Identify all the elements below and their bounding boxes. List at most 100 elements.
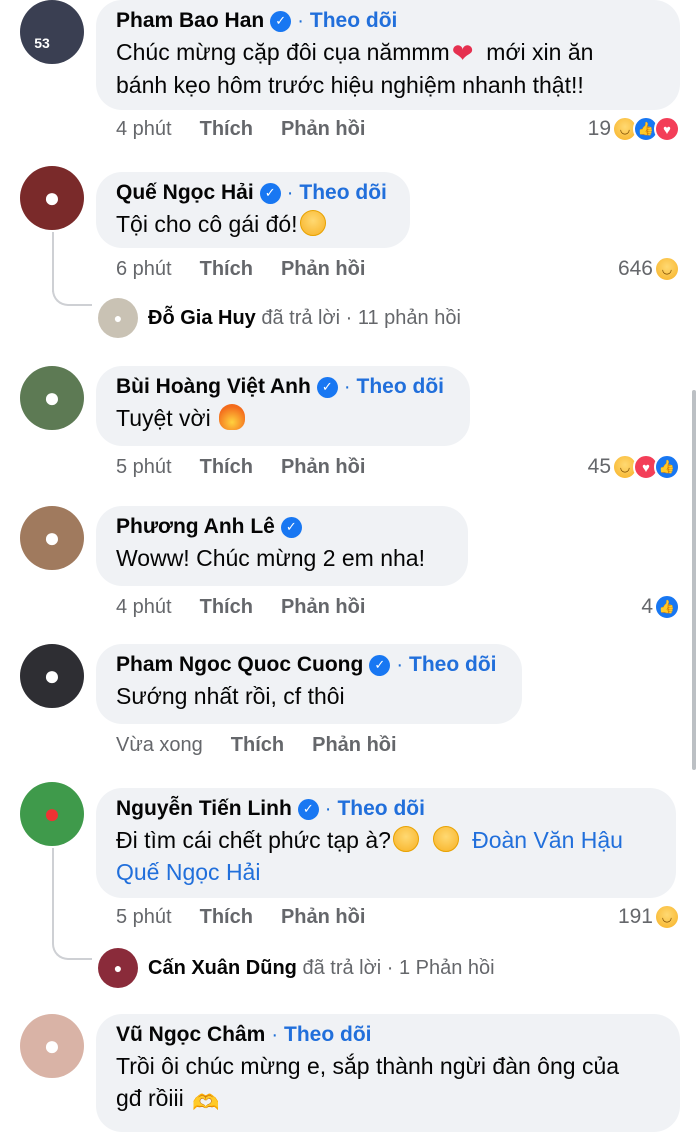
reply-action: đã trả lời [261,306,341,329]
reaction-count: 45 [587,455,611,478]
heart-emoji-icon: ❤ [451,38,474,68]
follow-link[interactable]: Theo dõi [284,1023,372,1047]
comment-actions: 5 phút Thích Phản hồi [116,906,365,929]
reply-button[interactable]: Phản hồi [281,258,365,281]
verified-badge-icon: ✓ [316,376,338,398]
reaction-summary[interactable]: 646 ◡ [618,256,680,282]
author-name[interactable]: Pham Ngoc Quoc Cuong [116,653,363,677]
reaction-summary[interactable]: 4 👍 [641,594,680,620]
thread-connector [52,282,92,306]
reply-author: Đỗ Gia Huy [148,306,256,329]
comment-actions: 5 phút Thích Phản hồi [116,456,365,479]
like-reaction-icon: 👍 [654,454,680,480]
verified-badge-icon: ✓ [280,516,302,538]
comment-actions: 4 phút Thích Phản hồi [116,596,365,619]
like-button[interactable]: Thích [231,734,284,757]
follow-link[interactable]: Theo dõi [310,9,398,33]
comment-time[interactable]: 5 phút [116,456,172,479]
reaction-summary[interactable]: 191 ◡ [618,904,680,930]
author-name[interactable]: Quế Ngọc Hải [116,181,254,205]
comment-bubble: Nguyễn Tiến Linh ✓ · Theo dõi Đi tìm cái… [96,788,676,898]
reaction-summary[interactable]: 45 ◡ ♥ 👍 [588,454,680,480]
reaction-count: 4 [641,595,653,618]
verified-badge-icon: ✓ [270,10,292,32]
verified-badge-icon: ✓ [259,182,281,204]
avatar[interactable]: ● [20,506,84,570]
laughing-emoji-icon [392,826,419,852]
comment-time[interactable]: 4 phút [116,118,172,141]
comment-text: Woww! Chúc mừng 2 em nha! [116,545,425,571]
person-icon: ● [43,182,61,213]
reaction-summary[interactable]: 19 ◡ 👍 ♥ [588,116,680,142]
comment-text: Chúc mừng cặp đôi cụa nămmm❤ mới xin ăn [116,38,594,68]
reply-summary[interactable]: ● Đỗ Gia Huy đã trả lời · 11 phản hồi [98,298,461,338]
person-icon: ● [43,382,61,413]
heart-hands-emoji-icon: 🫶 [192,1090,220,1115]
like-button[interactable]: Thích [200,906,253,929]
comment-text: Tuyệt vời [116,402,450,434]
comment-actions: 6 phút Thích Phản hồi [116,258,365,281]
reply-button[interactable]: Phản hồi [281,596,365,619]
author-name[interactable]: Phương Anh Lê [116,515,275,539]
separator: · [297,9,304,32]
like-button[interactable]: Thích [200,118,253,141]
author-name[interactable]: Pham Bao Han [116,9,264,33]
comment-text: Đi tìm cái chết phức tạp à? Đoàn Văn Hậu [116,826,623,853]
avatar[interactable]: ● [20,166,84,230]
person-icon: ● [43,660,61,691]
reply-summary[interactable]: ● Cấn Xuân Dũng đã trả lời · 1 Phản hồi [98,948,495,988]
reply-count: 1 Phản hồi [398,956,495,979]
like-button[interactable]: Thích [200,456,253,479]
avatar[interactable]: ● [20,1014,84,1078]
comment-time[interactable]: 6 phút [116,258,172,281]
comment-bubble: Quế Ngọc Hải ✓ · Theo dõi Tội cho cô gái… [96,172,410,248]
reply-button[interactable]: Phản hồi [281,456,365,479]
scrollbar[interactable] [692,390,696,770]
like-button[interactable]: Thích [200,596,253,619]
comment-bubble: Pham Bao Han ✓ · Theo dõi Chúc mừng cặp … [96,0,680,110]
person-icon: ● [43,522,61,553]
mention-link[interactable]: Quế Ngọc Hải [116,859,260,885]
comment-time[interactable]: 4 phút [116,596,172,619]
author-name[interactable]: Vũ Ngọc Châm [116,1023,265,1047]
comment-bubble: Phương Anh Lê ✓ Woww! Chúc mừng 2 em nha… [96,506,468,586]
thread-line [52,848,54,944]
avatar[interactable]: ● [20,782,84,846]
avatar[interactable]: ● [20,644,84,708]
reply-button[interactable]: Phản hồi [312,734,396,757]
reaction-count: 191 [617,905,653,928]
separator: · [343,375,351,398]
follow-link[interactable]: Theo dõi [357,375,445,399]
author-name[interactable]: Nguyễn Tiến Linh [116,797,292,821]
avatar[interactable]: ● [20,366,84,430]
comment-time[interactable]: Vừa xong [116,734,203,757]
separator: · [324,797,332,820]
comment-text-line: bánh kẹo hôm trước hiệu nghiệm nhanh thậ… [116,72,584,98]
comment-actions: 4 phút Thích Phản hồi [116,118,365,141]
fire-emoji-icon [219,404,246,430]
reply-button[interactable]: Phản hồi [281,118,365,141]
follow-link[interactable]: Theo dõi [409,653,497,677]
separator: · [271,1023,279,1046]
avatar-badge: 53 [34,35,50,51]
comment-bubble: Pham Ngoc Quoc Cuong ✓ · Theo dõi Sướng … [96,644,522,724]
comment-actions: Vừa xong Thích Phản hồi [116,734,397,757]
reply-avatar: ● [98,948,138,988]
follow-link[interactable]: Theo dõi [299,181,387,205]
mention-link[interactable]: Đoàn Văn Hậu [472,827,623,853]
follow-link[interactable]: Theo dõi [337,797,425,821]
reaction-count: 646 [617,257,653,280]
reply-action: đã trả lời [302,956,382,979]
reply-avatar: ● [98,298,138,338]
laughing-emoji-icon [299,210,326,236]
haha-reaction-icon: ◡ [654,904,680,930]
reaction-count: 19 [587,117,611,140]
like-button[interactable]: Thích [200,258,253,281]
author-name[interactable]: Bùi Hoàng Việt Anh [116,375,311,399]
comment-time[interactable]: 5 phút [116,906,172,929]
comment-text-line: gđ rồiii 🫶 [116,1082,660,1119]
separator: · [396,653,404,676]
avatar[interactable]: 53 [20,0,84,64]
reply-button[interactable]: Phản hồi [281,906,365,929]
love-reaction-icon: ♥ [654,116,680,142]
